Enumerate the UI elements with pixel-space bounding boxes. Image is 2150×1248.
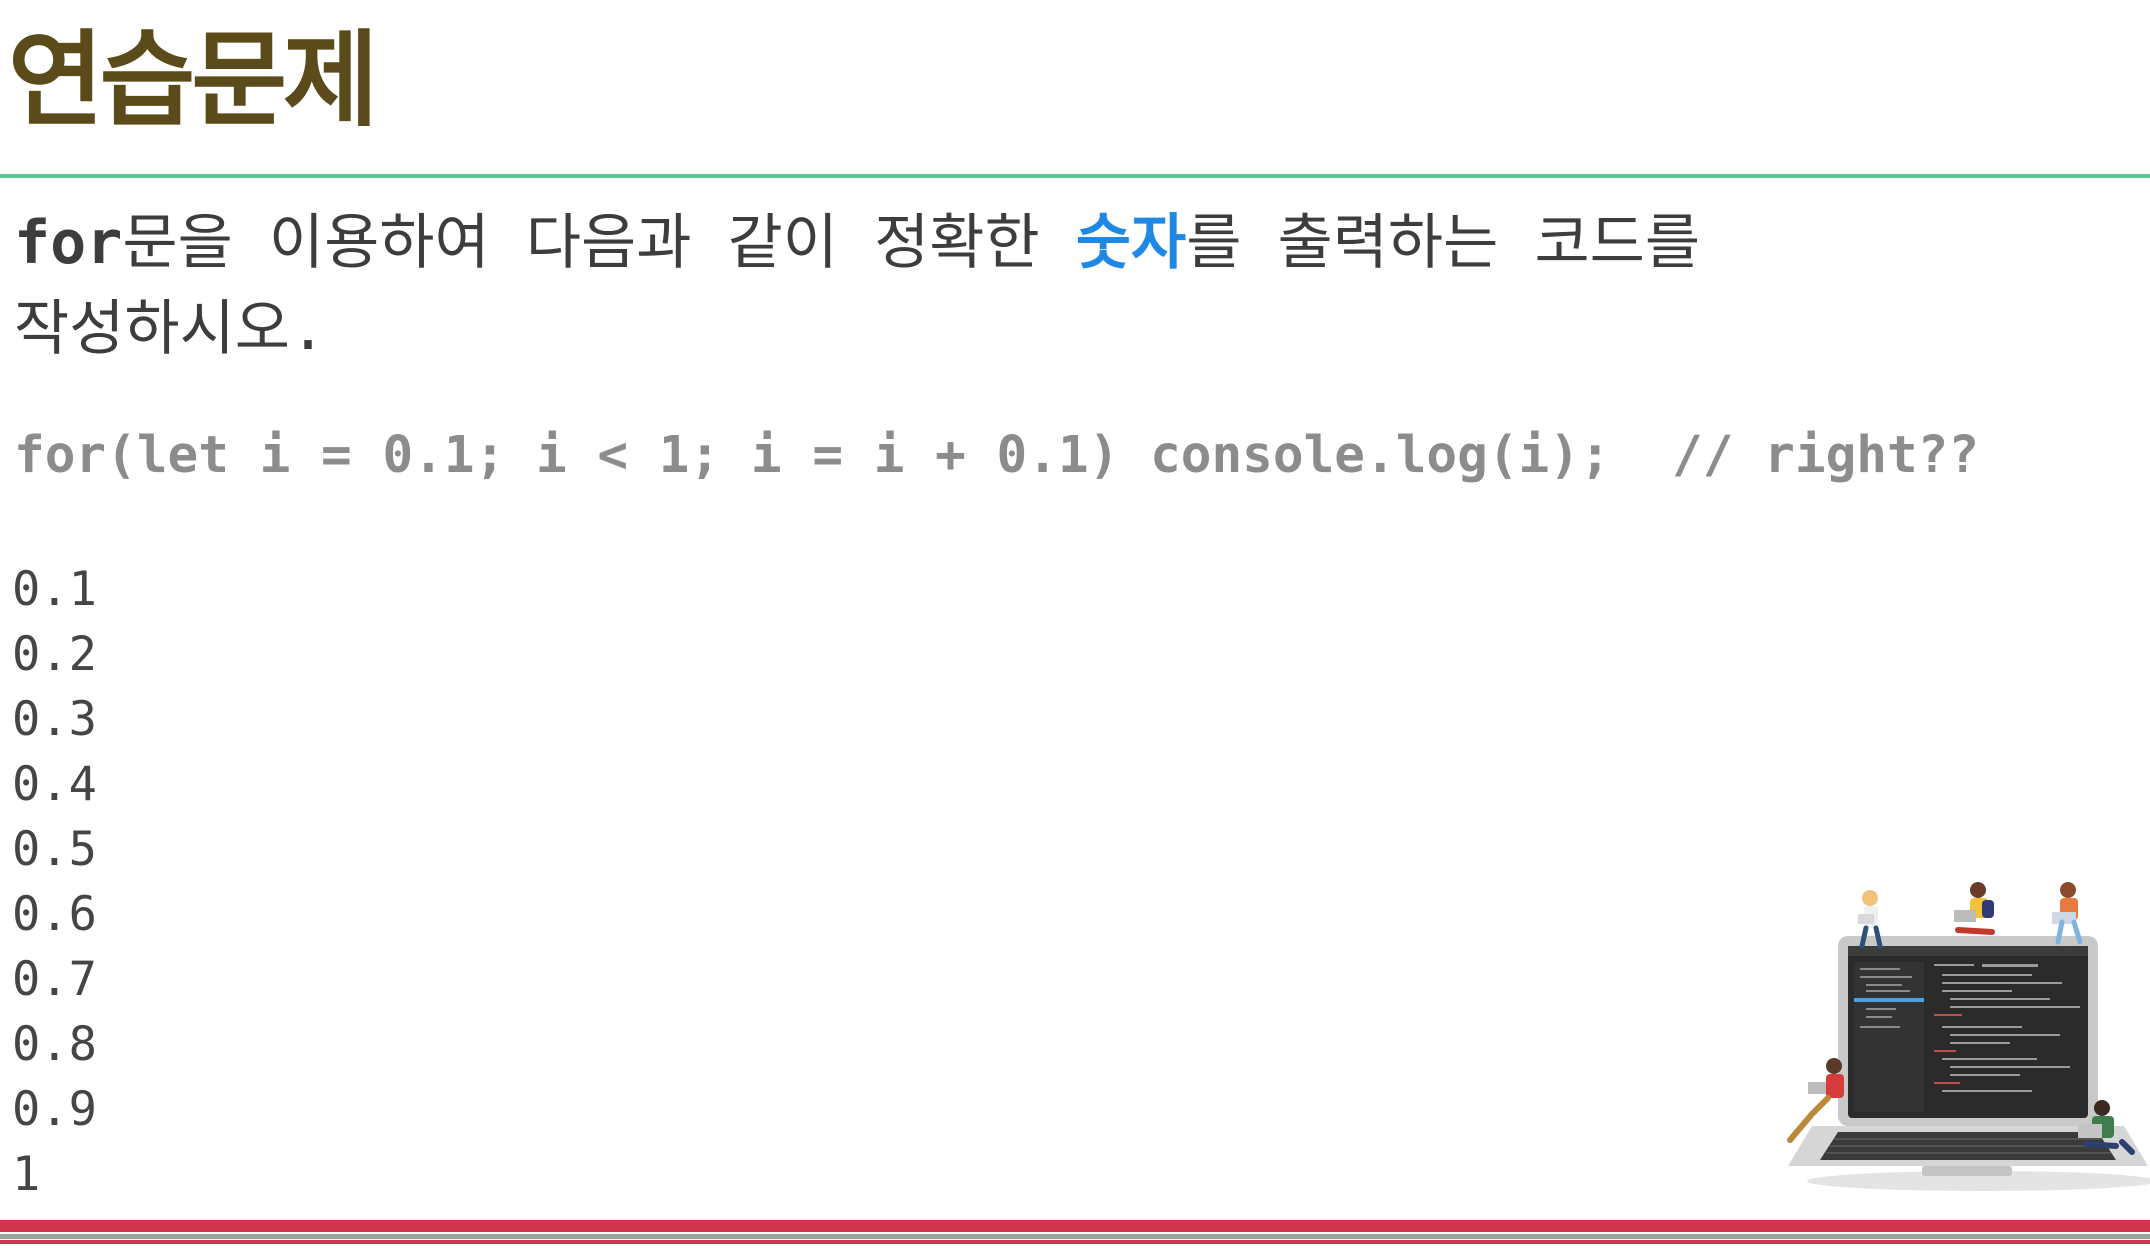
code-snippet: for(let i = 0.1; i < 1; i = i + 0.1) con… (14, 426, 1980, 485)
instruction-line-2: 작성하시오. (14, 294, 327, 364)
title-divider (0, 174, 2150, 178)
output-line: 0.6 (12, 887, 97, 942)
output-line: 0.2 (12, 627, 97, 682)
output-line: 0.9 (12, 1082, 97, 1137)
output-line: 0.1 (12, 562, 97, 617)
output-line: 0.4 (12, 757, 97, 812)
instruction-part-1: 문을 이용하여 다음과 같이 정확한 (122, 208, 1076, 278)
instruction-text: for문을 이용하여 다음과 같이 정확한 숫자를 출력하는 코드를 작성하시오… (14, 200, 1700, 372)
output-line: 0.3 (12, 692, 97, 747)
output-line: 0.7 (12, 952, 97, 1007)
output-line: 0.5 (12, 822, 97, 877)
output-list: 0.1 0.2 0.3 0.4 0.5 0.6 0.7 0.8 0.9 1 (12, 557, 97, 1207)
laptop-with-people-illustration (1787, 882, 2150, 1191)
instruction-part-2: 를 출력하는 코드를 (1186, 208, 1701, 278)
footer-band-red (0, 1220, 2150, 1232)
slide-title: 연습문제 (8, 19, 379, 141)
output-line: 0.8 (12, 1017, 97, 1072)
footer-band-grey (0, 1234, 2150, 1239)
output-line: 1 (12, 1147, 41, 1202)
instruction-highlight: 숫자 (1075, 208, 1187, 278)
instruction-line-1: for문을 이용하여 다음과 같이 정확한 숫자를 출력하는 코드를 (14, 200, 1700, 286)
footer-band-red-thin (0, 1240, 2150, 1244)
instruction-keyword: for (14, 208, 123, 278)
